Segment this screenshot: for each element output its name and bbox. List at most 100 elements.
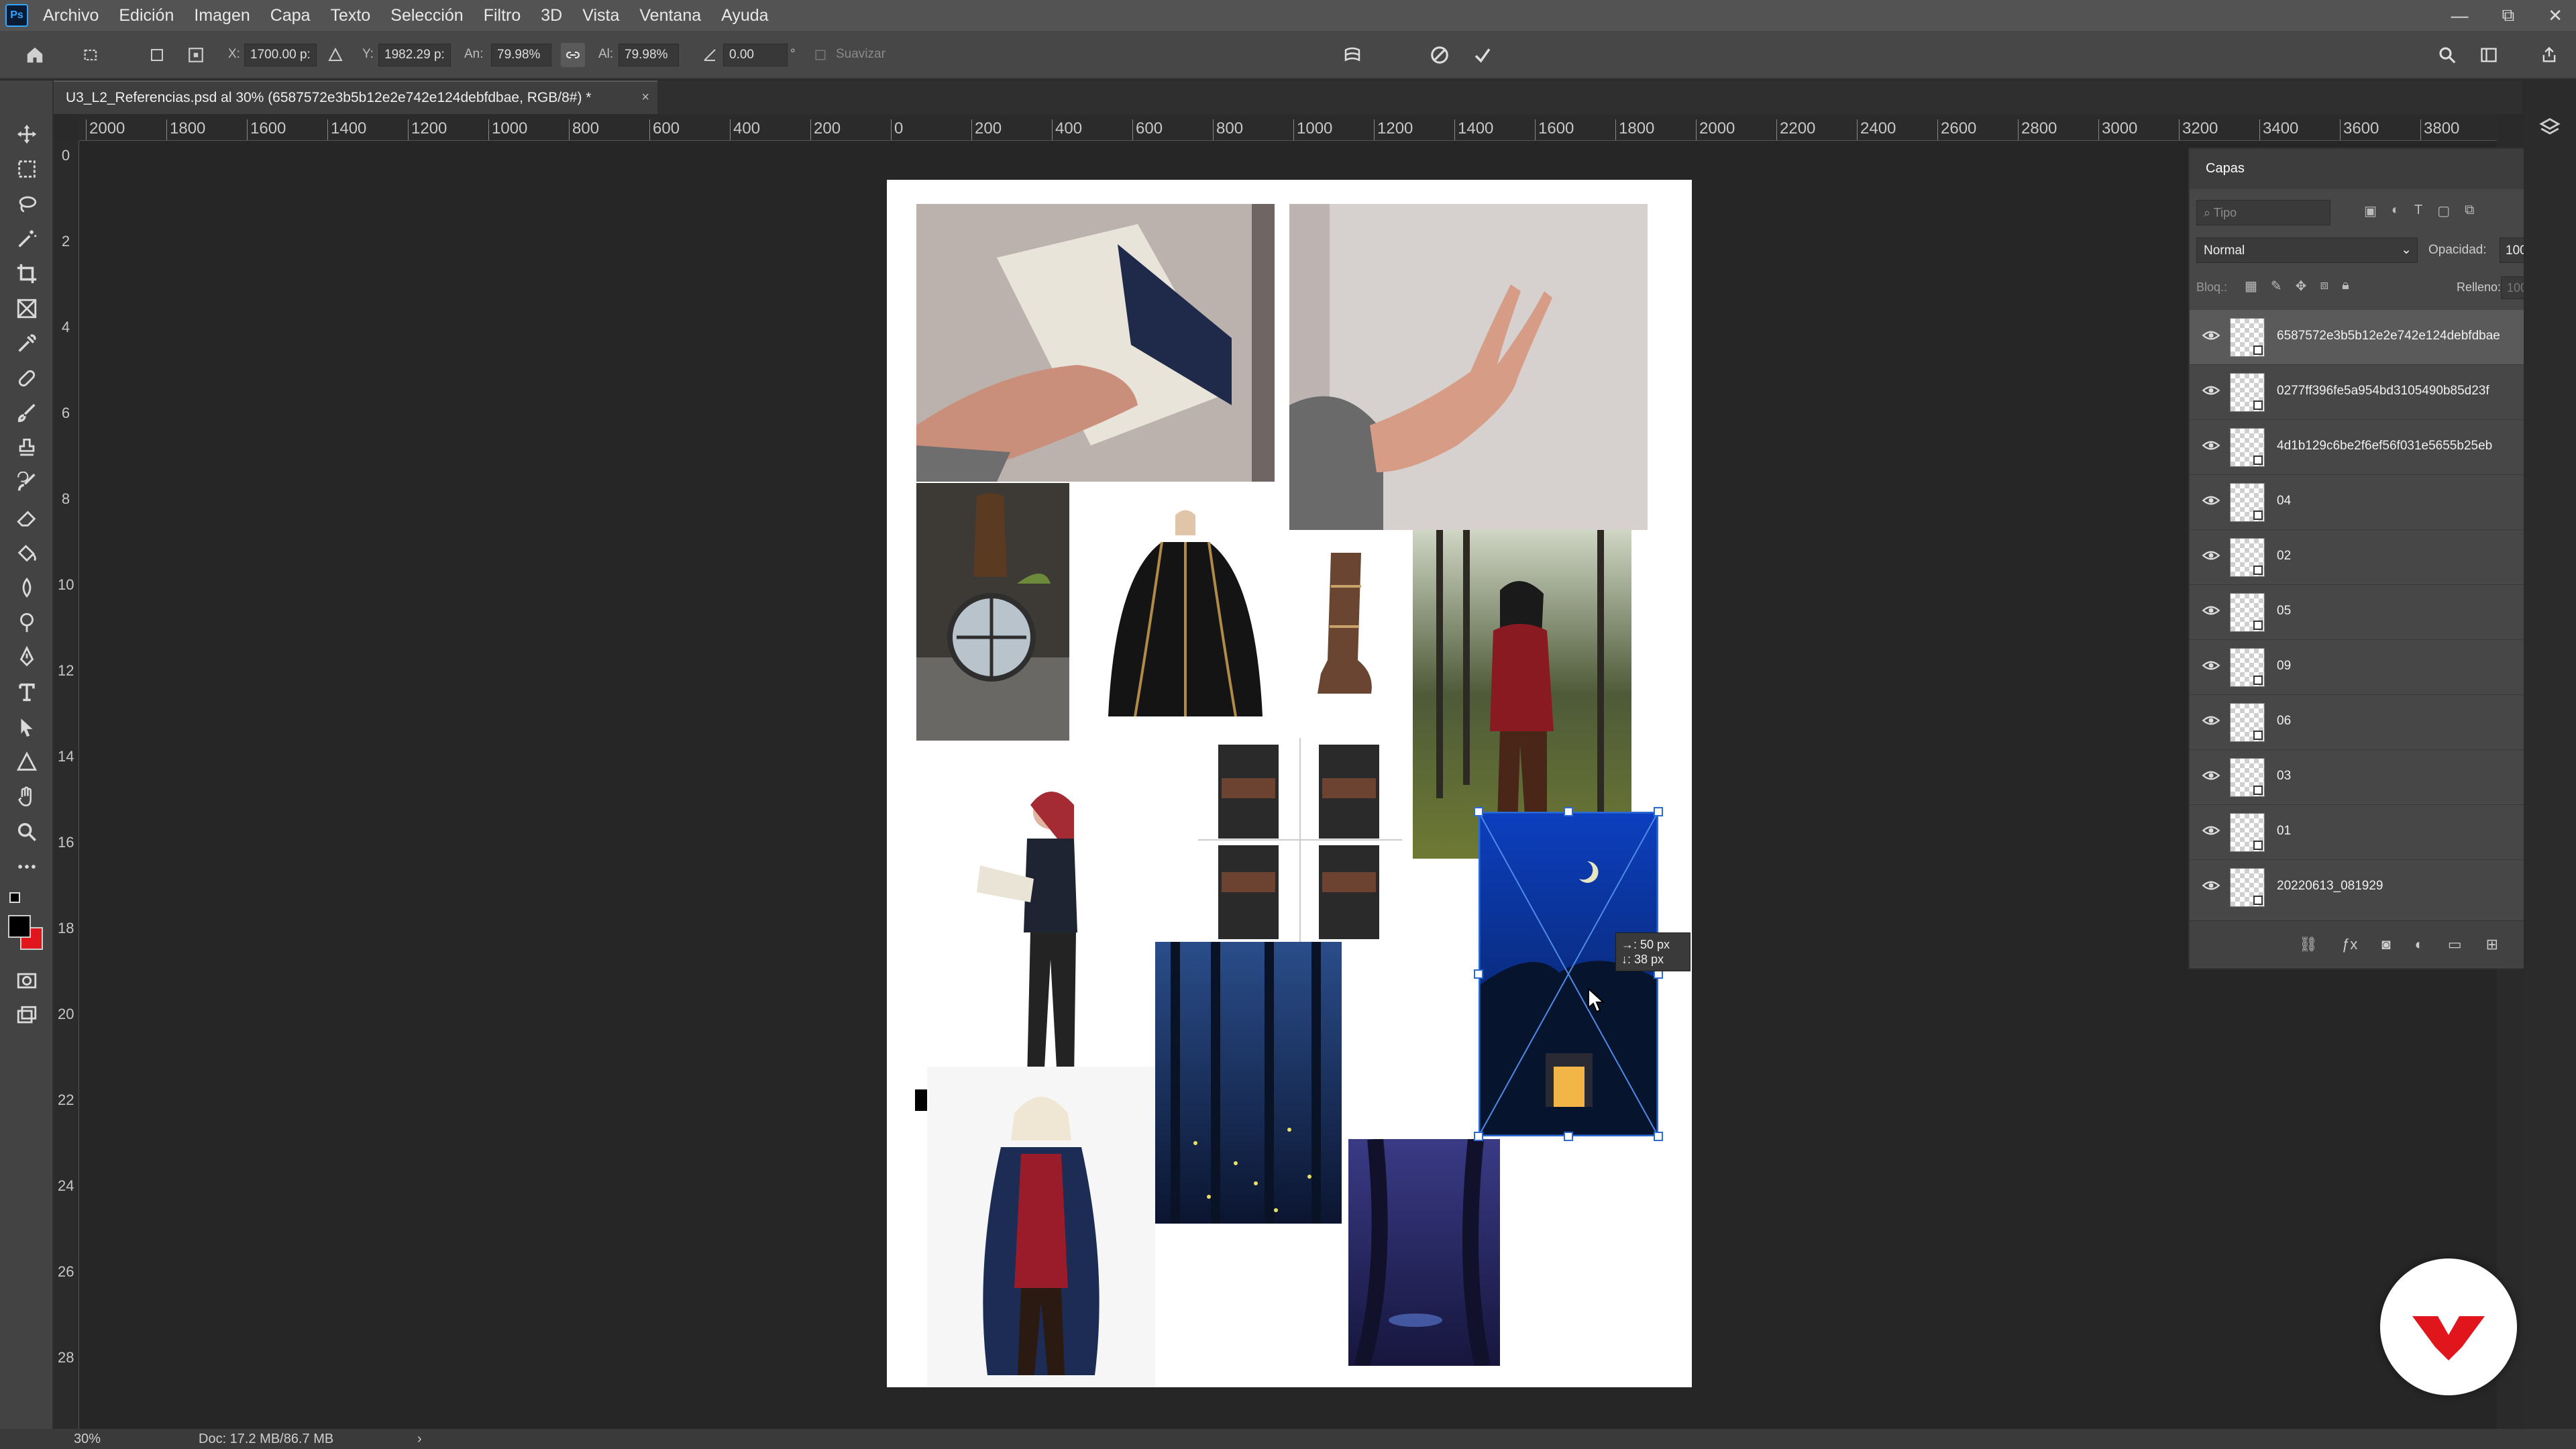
visibility-eye-icon[interactable] [2202, 766, 2222, 786]
layer-name[interactable]: 09 [2277, 659, 2291, 674]
search-icon[interactable] [2435, 43, 2459, 67]
link-proportions-icon[interactable] [561, 43, 585, 67]
new-layer-icon[interactable]: ⊞ [2486, 936, 2498, 953]
relative-position-icon[interactable] [323, 43, 347, 67]
transform-handle-top[interactable] [1564, 807, 1573, 816]
default-colors-icon[interactable] [9, 892, 20, 903]
reference-point-toggle[interactable] [145, 43, 169, 67]
reference-photo-purple-forest[interactable] [1348, 1139, 1500, 1366]
height-field[interactable]: 79.98% [619, 44, 679, 66]
visibility-eye-icon[interactable] [2202, 711, 2222, 731]
menu-texto[interactable]: Texto [331, 6, 371, 25]
warp-mode-icon[interactable] [1340, 43, 1364, 67]
hand-tool-icon[interactable] [12, 782, 42, 812]
layer-row[interactable]: 4d1b129c6be2f6ef56f031e5655b25eb [2190, 420, 2552, 475]
more-tools-icon[interactable] [12, 852, 42, 881]
new-group-icon[interactable]: ▭ [2448, 936, 2462, 953]
lock-artboard-icon[interactable]: ⧈ [2320, 278, 2328, 294]
quick-mask-icon[interactable] [12, 966, 42, 996]
zoom-level[interactable]: 30% [74, 1432, 101, 1447]
visibility-eye-icon[interactable] [2202, 326, 2222, 346]
reference-photo-cloaked-woman[interactable] [927, 1067, 1155, 1387]
lock-pixels-icon[interactable]: ✎ [2271, 278, 2282, 294]
lock-transparency-icon[interactable]: ▦ [2245, 278, 2257, 294]
layer-name[interactable]: 20220613_081929 [2277, 879, 2383, 894]
clone-stamp-tool-icon[interactable] [12, 433, 42, 463]
magic-wand-tool-icon[interactable] [12, 224, 42, 254]
visibility-eye-icon[interactable] [2202, 876, 2222, 896]
menu-capa[interactable]: Capa [270, 6, 311, 25]
marquee-tool-icon[interactable] [12, 154, 42, 184]
layer-row[interactable]: 02 [2190, 530, 2552, 585]
lock-all-icon[interactable]: 🔒︎ [2342, 278, 2349, 294]
layer-name[interactable]: 01 [2277, 824, 2291, 839]
transform-handle-top-left[interactable] [1474, 807, 1483, 816]
reference-photo-belts[interactable] [1198, 738, 1402, 942]
layer-name[interactable]: 4d1b129c6be2f6ef56f031e5655b25eb [2277, 439, 2492, 453]
minimize-icon[interactable]: — [2451, 5, 2469, 26]
path-selection-tool-icon[interactable] [12, 712, 42, 742]
layers-dock-icon[interactable] [2538, 115, 2561, 138]
restore-icon[interactable]: ⧉ [2502, 5, 2515, 26]
layer-name[interactable]: 06 [2277, 714, 2291, 729]
width-field[interactable]: 79.98% [491, 44, 551, 66]
reference-photo-hand-gesture[interactable] [1289, 204, 1648, 530]
history-brush-tool-icon[interactable] [12, 468, 42, 498]
menu-edicion[interactable]: Edición [119, 6, 174, 25]
x-position-field[interactable]: 1700.00 p: [244, 44, 317, 66]
layer-row[interactable]: 0277ff396fe5a954bd3105490b85d23f [2190, 365, 2552, 420]
menu-seleccion[interactable]: Selección [390, 6, 463, 25]
layer-row[interactable]: 09 [2190, 640, 2552, 695]
move-tool-icon[interactable] [12, 119, 42, 149]
layer-row[interactable]: 03 [2190, 750, 2552, 805]
visibility-eye-icon[interactable] [2202, 821, 2222, 841]
tab-close-icon[interactable]: × [641, 90, 649, 105]
add-mask-icon[interactable]: ◙ [2381, 936, 2390, 953]
filter-shape-icon[interactable]: ▢ [2437, 203, 2450, 223]
transform-handle-bottom[interactable] [1564, 1132, 1573, 1141]
y-position-field[interactable]: 1982.29 p: [378, 44, 451, 66]
eyedropper-tool-icon[interactable] [12, 329, 42, 358]
transform-handle-bottom-right[interactable] [1654, 1132, 1663, 1141]
visibility-eye-icon[interactable] [2202, 491, 2222, 511]
visibility-eye-icon[interactable] [2202, 436, 2222, 456]
chevron-right-icon[interactable]: › [417, 1432, 422, 1447]
document-tab[interactable]: U3_L2_Referencias.psd al 30% (6587572e3b… [54, 80, 657, 114]
layer-row[interactable]: 05 [2190, 585, 2552, 640]
visibility-eye-icon[interactable] [2202, 656, 2222, 676]
layers-tab[interactable]: Capas [2206, 161, 2245, 176]
filter-smart-icon[interactable]: ⧉ [2465, 203, 2474, 223]
checkmark-icon[interactable] [1470, 43, 1495, 67]
visibility-eye-icon[interactable] [2202, 381, 2222, 401]
reference-photo-warrior[interactable] [1413, 530, 1631, 859]
foreground-color-swatch[interactable] [8, 915, 31, 938]
dodge-tool-icon[interactable] [12, 608, 42, 637]
frame-tool-icon[interactable] [12, 294, 42, 323]
reference-photo-hand-book[interactable] [916, 204, 1275, 482]
reference-photo-boot[interactable] [1291, 546, 1385, 708]
menu-3d[interactable]: 3D [541, 6, 562, 25]
transform-handle-top-right[interactable] [1654, 807, 1663, 816]
filter-adjustment-icon[interactable]: ◐ [2392, 203, 2400, 223]
pen-tool-icon[interactable] [12, 643, 42, 672]
lock-position-icon[interactable]: ✥ [2296, 278, 2307, 294]
menu-filtro[interactable]: Filtro [484, 6, 521, 25]
reference-photo-cape[interactable] [1088, 502, 1283, 737]
layer-name[interactable]: 02 [2277, 549, 2291, 564]
menu-imagen[interactable]: Imagen [194, 6, 250, 25]
home-icon[interactable] [23, 43, 47, 67]
reference-photo-lantern[interactable] [916, 483, 1069, 741]
screen-mode-icon[interactable] [12, 1001, 42, 1030]
visibility-eye-icon[interactable] [2202, 546, 2222, 566]
smooth-checkbox[interactable] [813, 43, 828, 67]
layer-name[interactable]: 05 [2277, 604, 2291, 619]
filter-type-icon[interactable]: T [2414, 203, 2422, 223]
brush-tool-icon[interactable] [12, 398, 42, 428]
layer-row[interactable]: 04 [2190, 475, 2552, 530]
layer-row[interactable]: 20220613_081929 [2190, 860, 2552, 914]
share-icon[interactable] [2537, 43, 2561, 67]
adjustment-layer-icon[interactable]: ◐ [2415, 936, 2424, 953]
layer-name[interactable]: 03 [2277, 769, 2291, 784]
layer-name[interactable]: 04 [2277, 494, 2291, 508]
menu-vista[interactable]: Vista [582, 6, 619, 25]
